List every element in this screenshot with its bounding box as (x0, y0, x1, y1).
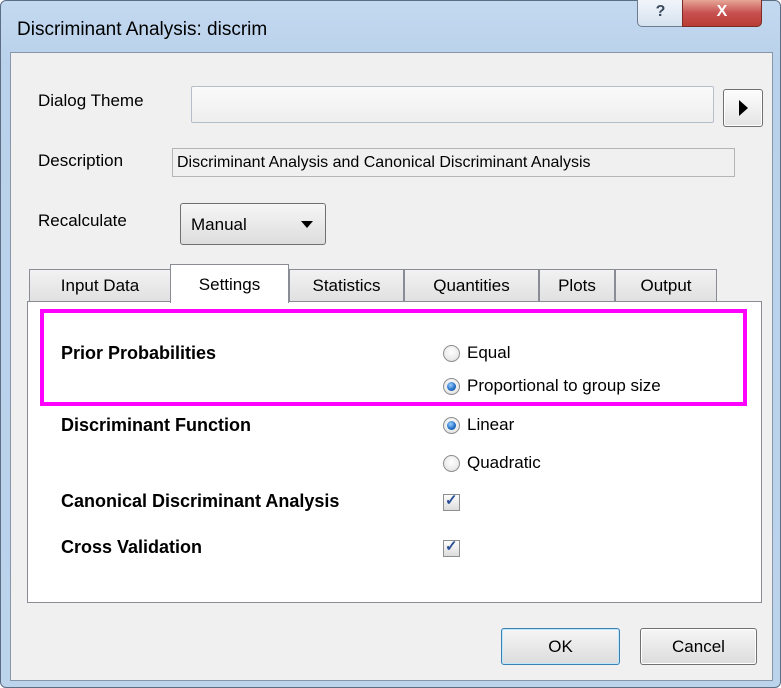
radio-equal-label: Equal (467, 343, 511, 362)
description-field: Discriminant Analysis and Canonical Disc… (172, 148, 735, 177)
recalculate-dropdown[interactable]: Manual (180, 203, 326, 245)
radio-button[interactable] (443, 345, 460, 362)
prior-probabilities-label: Prior Probabilities (61, 343, 217, 363)
cross-validation-label: Cross Validation (61, 537, 203, 557)
radio-button[interactable] (443, 455, 460, 472)
close-button[interactable]: X (682, 0, 762, 27)
recalculate-label: Recalculate (38, 211, 127, 230)
radio-linear-label: Linear (467, 415, 515, 434)
tab-quantities[interactable]: Quantities (404, 269, 539, 302)
canonical-analysis-checkbox[interactable]: ✓ (443, 492, 460, 511)
tab-plots[interactable]: Plots (539, 269, 615, 302)
theme-menu-button[interactable] (723, 89, 763, 127)
tab-output[interactable]: Output (615, 269, 717, 302)
dialog-window: Discriminant Analysis: discrim ? X Dialo… (0, 0, 781, 688)
triangle-right-icon (739, 100, 748, 116)
cancel-button[interactable]: Cancel (640, 628, 757, 665)
ok-button[interactable]: OK (501, 628, 620, 665)
canonical-analysis-label: Canonical Discriminant Analysis (61, 491, 340, 511)
dialog-client-area: Dialog Theme Description Discriminant An… (10, 52, 773, 681)
radio-button[interactable] (443, 378, 460, 395)
radio-button[interactable] (443, 417, 460, 434)
title-bar: Discriminant Analysis: discrim ? X (1, 0, 781, 47)
checkmark-icon: ✓ (445, 492, 458, 509)
dialog-theme-label: Dialog Theme (38, 91, 144, 110)
radio-proportional-label: Proportional to group size (467, 376, 661, 395)
tab-input-data[interactable]: Input Data (29, 269, 171, 302)
checkmark-icon: ✓ (445, 538, 458, 555)
window-title: Discriminant Analysis: discrim (17, 19, 268, 40)
cross-validation-checkbox[interactable]: ✓ (443, 538, 460, 557)
recalculate-value: Manual (191, 215, 247, 234)
tab-settings[interactable]: Settings (170, 264, 289, 303)
radio-quadratic-label: Quadratic (467, 453, 541, 472)
help-button[interactable]: ? (637, 0, 684, 27)
description-label: Description (38, 151, 124, 170)
tab-statistics[interactable]: Statistics (289, 269, 404, 302)
discriminant-function-label: Discriminant Function (61, 415, 252, 435)
chevron-down-icon (301, 221, 313, 228)
dialog-theme-input[interactable] (191, 86, 714, 123)
